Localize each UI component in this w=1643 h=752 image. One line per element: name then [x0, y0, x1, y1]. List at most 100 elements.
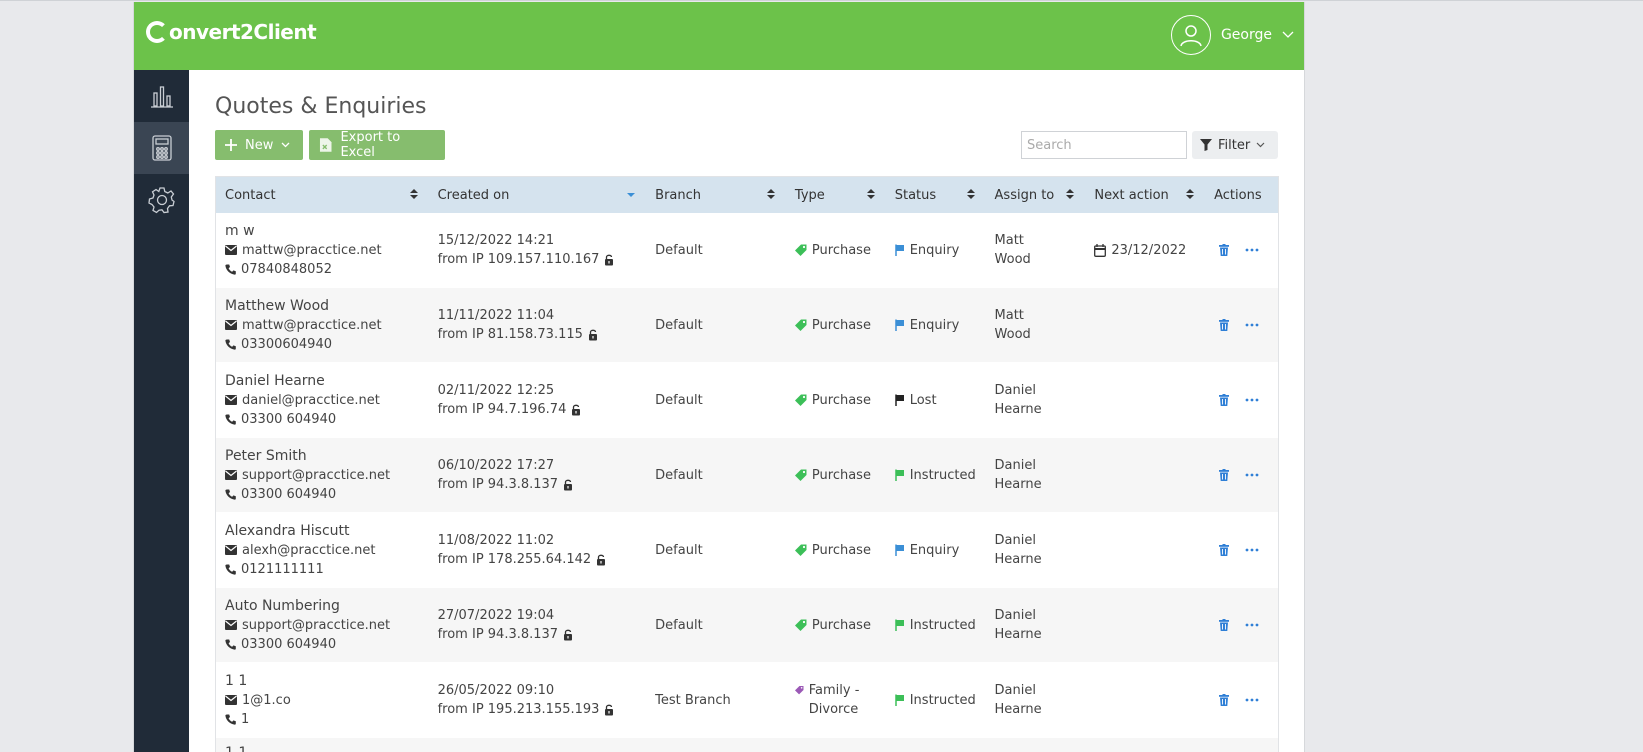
logo[interactable]: onvert2Client — [146, 20, 317, 44]
next-action-cell — [1085, 588, 1205, 662]
more-options-button[interactable] — [1245, 623, 1259, 627]
column-header[interactable]: Status — [886, 177, 986, 213]
sort-desc-icon[interactable] — [626, 188, 636, 204]
column-header[interactable]: Next action — [1085, 177, 1205, 213]
more-options-button[interactable] — [1245, 473, 1259, 477]
status-text: Instructed — [909, 467, 976, 483]
table-row[interactable]: Matthew Wood mattw@pracctice.net 033006049… — [216, 288, 1278, 363]
table-row[interactable]: 1 1 — [216, 738, 1278, 752]
ellipsis-icon — [1245, 623, 1259, 627]
funnel-icon — [1200, 139, 1212, 151]
type-cell: Purchase — [786, 213, 886, 287]
table-row[interactable]: Auto Numbering support@pracctice.net 03300… — [216, 588, 1278, 663]
created-ip: from IP 81.158.73.115 — [438, 325, 647, 344]
status-cell: Instructed — [886, 663, 986, 737]
sidebar-item-quotes[interactable] — [134, 122, 189, 174]
flag-icon — [894, 244, 904, 256]
next-action-cell — [1085, 438, 1205, 512]
status-badge: Instructed — [894, 466, 986, 485]
envelope-icon — [225, 395, 237, 405]
export-to-excel-button[interactable]: Export to Excel — [309, 130, 445, 160]
created-ip: from IP 94.3.8.137 — [438, 475, 647, 494]
envelope-icon — [225, 695, 237, 705]
created-on-cell: 11/08/2022 11:02 from IP 178.255.64.142 — [429, 513, 647, 587]
branch-cell: Default — [646, 213, 786, 287]
contact-cell: 1 1 — [216, 738, 429, 752]
table-row[interactable]: m w mattw@pracctice.net 07840848052 15/12/2… — [216, 213, 1278, 288]
more-options-button[interactable] — [1245, 698, 1259, 702]
column-header[interactable]: Type — [786, 177, 886, 213]
contact-email-text: daniel@pracctice.net — [242, 392, 380, 408]
phone-icon — [225, 564, 236, 575]
user-menu[interactable]: George — [1170, 15, 1294, 55]
contact-cell: Daniel Hearne daniel@pracctice.net 03300 6… — [216, 363, 429, 437]
new-button[interactable]: New — [215, 130, 303, 160]
search-input[interactable] — [1021, 131, 1187, 159]
table-header: Contact Created on Branch Type Status Assign … — [216, 177, 1278, 213]
column-header[interactable]: Contact — [216, 177, 429, 213]
column-header[interactable]: Created on — [429, 177, 647, 213]
assignee-text: Matt Wood — [994, 233, 1031, 267]
table-row[interactable]: Alexandra Hiscutt alexh@pracctice.net 0121… — [216, 513, 1278, 588]
sort-icon[interactable] — [966, 188, 976, 204]
created-ip-text: from IP 195.213.155.193 — [437, 702, 600, 717]
assign-cell: Daniel Hearne — [986, 588, 1086, 662]
contact-email-text: mattw@pracctice.net — [242, 317, 382, 333]
table-row[interactable]: Daniel Hearne daniel@pracctice.net 03300 6… — [216, 363, 1278, 438]
contact-phone: 03300 604940 — [225, 410, 429, 429]
status-cell: Enquiry — [886, 513, 986, 587]
sort-icon[interactable] — [866, 188, 876, 204]
unlock-icon — [564, 629, 573, 640]
type-cell: Purchase — [786, 513, 886, 587]
column-header[interactable]: Assign to — [986, 177, 1086, 213]
sidebar-item-settings[interactable] — [134, 174, 189, 226]
delete-button[interactable] — [1219, 319, 1230, 331]
more-options-button[interactable] — [1245, 548, 1259, 552]
assignee-text: Daniel Hearne — [994, 608, 1042, 642]
contact-phone-text: 03300 604940 — [241, 486, 337, 502]
delete-button[interactable] — [1219, 694, 1230, 706]
sort-icon — [866, 189, 875, 199]
unlock-icon — [588, 329, 597, 340]
branch-cell: Default — [646, 438, 786, 512]
contact-email-text: alexh@pracctice.net — [242, 542, 376, 558]
next-action-date[interactable]: 23/12/2022 — [1094, 241, 1205, 260]
column-header-label: Next action — [1094, 187, 1169, 203]
delete-button[interactable] — [1219, 394, 1230, 406]
contact-name: m w — [225, 222, 255, 239]
assignee-text: Matt Wood — [994, 308, 1031, 342]
unlock-icon — [605, 254, 614, 265]
contact-name: Alexandra Hiscutt — [225, 522, 350, 539]
delete-button[interactable] — [1219, 619, 1230, 631]
delete-button[interactable] — [1219, 244, 1230, 256]
sort-icon[interactable] — [766, 188, 776, 204]
assign-cell: Daniel Hearne — [986, 363, 1086, 437]
created-on-cell: 02/11/2022 12:25 from IP 94.7.196.74 — [429, 363, 647, 437]
more-options-button[interactable] — [1245, 248, 1259, 252]
branch-text: Default — [655, 467, 703, 483]
table-row[interactable]: Peter Smith support@pracctice.net 03300 60… — [216, 438, 1278, 513]
branch-cell: Default — [646, 588, 786, 662]
column-header[interactable]: Branch — [646, 177, 786, 213]
delete-button[interactable] — [1219, 544, 1230, 556]
contact-cell: Matthew Wood mattw@pracctice.net 033006049… — [216, 288, 429, 362]
table-row[interactable]: 1 1 1@1.co 1 26/05/2022 09:10 from IP 195.21… — [216, 663, 1278, 738]
sort-icon[interactable] — [1065, 188, 1075, 204]
flag-icon — [894, 394, 904, 406]
sidebar — [134, 70, 189, 752]
created-ip: from IP 109.157.110.167 — [438, 250, 647, 269]
created-ip: from IP 195.213.155.193 — [438, 700, 647, 719]
created-ip: from IP 178.255.64.142 — [438, 550, 647, 569]
delete-button[interactable] — [1219, 469, 1230, 481]
more-options-button[interactable] — [1245, 398, 1259, 402]
status-text: Enquiry — [909, 542, 960, 558]
more-options-button[interactable] — [1245, 323, 1259, 327]
status-badge: Instructed — [894, 691, 986, 710]
sidebar-item-reports[interactable] — [134, 70, 189, 122]
sort-icon[interactable] — [1185, 188, 1195, 204]
contact-cell: 1 1 1@1.co 1 — [216, 663, 429, 737]
filter-button[interactable]: Filter — [1192, 131, 1278, 159]
sort-icon[interactable] — [409, 188, 419, 204]
assignee-text: Daniel Hearne — [994, 383, 1042, 417]
contact-cell: m w mattw@pracctice.net 07840848052 — [216, 213, 429, 287]
